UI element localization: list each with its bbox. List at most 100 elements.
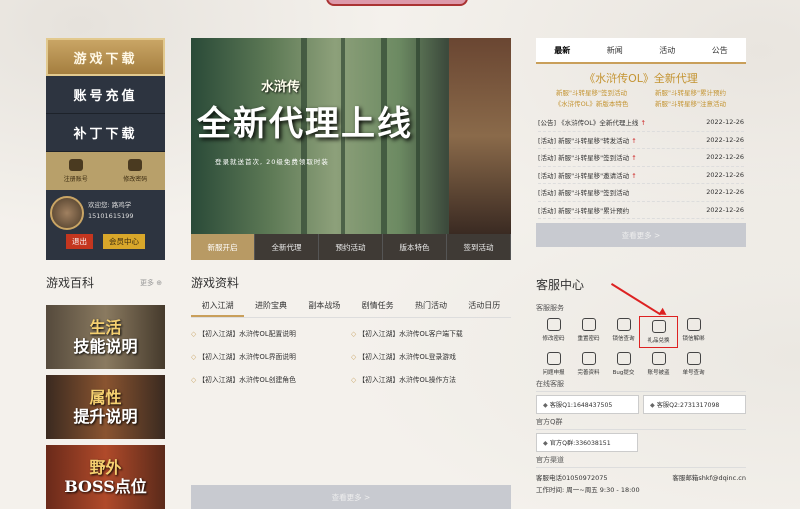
banner-tab[interactable]: 预约活动: [319, 234, 383, 260]
service-email: 客服邮箱shkf@dqinc.cn: [672, 474, 746, 482]
news-link[interactable]: 新服"斗转星移"签到活动: [542, 88, 641, 99]
welcome-text: 欢迎您: 路鸡学: [88, 201, 132, 209]
banner-subtitle: 登录就送首次, 20级免费领取时装: [215, 158, 329, 166]
wiki-more-link[interactable]: 更多 ⊕: [140, 278, 162, 288]
patch-button[interactable]: 补丁下载: [46, 114, 165, 152]
news-more-button[interactable]: 查看更多 >: [536, 223, 746, 247]
news-item[interactable]: [活动] 新服"斗转星移"转发活动 ↑ 2022-12-26: [538, 132, 744, 149]
news-item[interactable]: [活动] 新服"斗转星移"邀请活动 ↑ 2022-12-26: [538, 167, 744, 184]
wiki-card-line2: 技能说明: [73, 337, 138, 356]
service-item[interactable]: 修改密码: [536, 318, 571, 346]
news-date: 2022-12-26: [706, 188, 744, 197]
news-tab[interactable]: 活动: [641, 38, 694, 62]
qq-service-1[interactable]: 客服Q1:1648437505: [536, 395, 639, 414]
info-tab[interactable]: 副本战场: [298, 300, 351, 317]
news-tab[interactable]: 公告: [694, 38, 747, 62]
info-tab[interactable]: 活动日历: [458, 300, 511, 317]
news-item[interactable]: [公告] 《水浒传OL》全新代理上线 ↑ 2022-12-26: [538, 114, 744, 132]
service-item[interactable]: 重置密码: [571, 318, 606, 346]
news-item[interactable]: [活动] 新服"斗转星移"签到活动 2022-12-26: [538, 184, 744, 202]
info-item[interactable]: 【初入江湖】水浒传OL界面说明: [191, 351, 351, 361]
news-link[interactable]: 《水浒传OL》新版本特色: [542, 99, 641, 110]
user-panel: 欢迎您: 路鸡学 15101615199: [46, 190, 165, 234]
channel-label: 官方渠道: [536, 455, 746, 468]
avatar: [50, 196, 84, 230]
news-date: 2022-12-26: [706, 170, 744, 179]
info-item[interactable]: 【初入江湖】水浒传OL创建角色: [191, 374, 351, 384]
info-item[interactable]: 【初入江湖】水浒传OL客户端下载: [351, 328, 511, 338]
wiki-card-line1: 野外: [89, 458, 122, 477]
wiki-card[interactable]: 野外 BOSS点位: [46, 445, 165, 509]
service-item[interactable]: 完善资料: [571, 352, 606, 376]
hero-banner[interactable]: 水浒传 全新代理上线 登录就送首次, 20级免费领取时装 新服开启 全新代理 预…: [191, 38, 511, 260]
wiki-card-line2: BOSS点位: [64, 477, 147, 496]
news-title: [活动] 新服"斗转星移"签到活动: [538, 189, 630, 198]
logout-button[interactable]: 退出: [66, 234, 93, 249]
gift-icon: [651, 320, 666, 333]
database-icon: [686, 318, 701, 331]
news-tab[interactable]: 最新: [536, 38, 589, 62]
member-center-button[interactable]: 会员中心: [103, 234, 145, 249]
banner-character: [449, 38, 511, 234]
qq-group[interactable]: 官方Q群:336038151: [536, 433, 638, 452]
document-icon: [581, 352, 596, 365]
banner-tab[interactable]: 全新代理: [255, 234, 319, 260]
info-tab[interactable]: 进阶宝典: [244, 300, 297, 317]
service-item[interactable]: 账号被盗: [641, 352, 676, 376]
service-item[interactable]: 单号查询: [676, 352, 711, 376]
banner-tab[interactable]: 版本特色: [383, 234, 447, 260]
service-item-label: 锁信解绑: [682, 336, 705, 342]
news-link[interactable]: 新服"斗转星移"累计预约: [641, 88, 740, 99]
service-item-label: 账号被盗: [647, 370, 670, 376]
service-phone: 客服电话01050972075: [536, 474, 608, 482]
wiki-card-line2: 提升说明: [73, 407, 138, 426]
register-link[interactable]: 注册账号: [46, 152, 106, 190]
info-more-button[interactable]: 查看更多 >: [191, 485, 511, 509]
download-button[interactable]: 游戏下载: [46, 38, 165, 76]
info-title: 游戏资料: [191, 276, 240, 290]
service-item-label: 问题申报: [542, 370, 565, 376]
edit-icon: [546, 318, 561, 331]
change-password-link[interactable]: 修改密码: [106, 152, 166, 190]
banner-title: 全新代理上线: [197, 104, 413, 144]
new-badge: ↑: [640, 119, 646, 128]
service-item[interactable]: 锁信查询: [606, 318, 641, 346]
help-icon: [546, 352, 561, 365]
news-item[interactable]: [活动] 新服"斗转星移"签到活动 ↑ 2022-12-26: [538, 149, 744, 167]
service-item[interactable]: Bug提交: [606, 352, 641, 376]
search-icon: [616, 318, 631, 331]
news-date: 2022-12-26: [706, 153, 744, 162]
recharge-button[interactable]: 账号充值: [46, 76, 165, 114]
info-tab[interactable]: 热门活动: [404, 300, 457, 317]
service-panel: 客服服务 修改密码 重置密码 锁信查询 礼品兑换 锁信解绑 问题申报 完善资料 …: [536, 303, 746, 494]
change-password-label: 修改密码: [123, 176, 148, 183]
news-tabs: 最新 新闻 活动 公告: [536, 38, 746, 64]
news-tab[interactable]: 新闻: [589, 38, 642, 62]
info-tab[interactable]: 剧情任务: [351, 300, 404, 317]
service-item[interactable]: 问题申报: [536, 352, 571, 376]
banner-tab[interactable]: 新服开启: [191, 234, 255, 260]
new-badge: ↑: [631, 171, 637, 180]
service-item[interactable]: 锁信解绑: [676, 318, 711, 346]
news-headline[interactable]: 《水浒传OL》全新代理: [536, 64, 746, 86]
wiki-card[interactable]: 生活 技能说明: [46, 305, 165, 369]
gift-redeem-item[interactable]: 礼品兑换: [639, 316, 678, 348]
qq-service-2[interactable]: 客服Q2:2731317098: [643, 395, 746, 414]
left-nav: 游戏下载 账号充值 补丁下载 注册账号 修改密码 欢迎您: 路鸡学 151016…: [46, 38, 165, 260]
register-label: 注册账号: [63, 176, 88, 183]
shield-icon: [651, 352, 666, 365]
account-shortcuts: 注册账号 修改密码: [46, 152, 165, 190]
info-tab[interactable]: 初入江湖: [191, 300, 245, 317]
news-list: [公告] 《水浒传OL》全新代理上线 ↑ 2022-12-26 [活动] 新服"斗…: [536, 112, 746, 221]
lock-icon: [581, 318, 596, 331]
info-item[interactable]: 【初入江湖】水浒传OL操作方法: [351, 374, 511, 384]
info-item[interactable]: 【初入江湖】水浒传OL配置说明: [191, 328, 351, 338]
news-link[interactable]: 新服"斗转星移"注意活动: [641, 99, 740, 110]
banner-tab[interactable]: 签到活动: [447, 234, 511, 260]
news-panel: 最新 新闻 活动 公告 《水浒传OL》全新代理 新服"斗转星移"签到活动 新服"…: [536, 38, 746, 260]
info-item[interactable]: 【初入江湖】水浒传OL登录游戏: [351, 351, 511, 361]
service-item-label: Bug提交: [612, 370, 635, 376]
service-label: 客服服务: [536, 304, 564, 312]
wiki-card[interactable]: 属性 提升说明: [46, 375, 165, 439]
news-item[interactable]: [活动] 新服"斗转星移"累计预约 2022-12-26: [538, 202, 744, 219]
